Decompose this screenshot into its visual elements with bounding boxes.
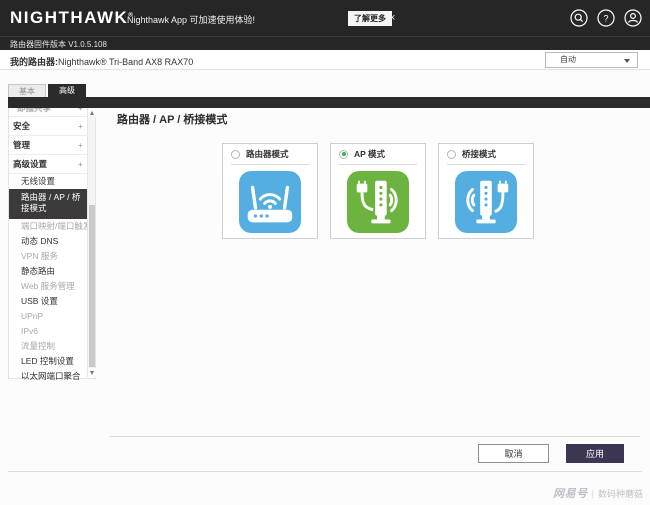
scrollbar-up-arrow[interactable] — [88, 108, 96, 117]
learn-more-button[interactable]: 了解更多 — [348, 11, 392, 26]
header-divider — [0, 36, 650, 37]
expand-icon[interactable]: + — [78, 108, 83, 117]
sidebar-item-ipv6[interactable]: IPv6 — [9, 324, 88, 339]
app-promo-text: Nighthawk App 可加速使用体验! — [127, 13, 255, 26]
footer-divider-top — [110, 436, 640, 437]
sidebar-item-usb-settings[interactable]: USB 设置 — [9, 294, 88, 309]
sidebar-item-security[interactable]: 安全 + — [9, 117, 88, 136]
sidebar-item-router-ap-bridge-mode[interactable]: 路由器 / AP / 桥接模式 — [9, 189, 88, 219]
router-mode-radio[interactable] — [231, 150, 240, 159]
tab-basic[interactable]: 基本 — [8, 84, 46, 97]
expand-icon[interactable]: + — [78, 155, 83, 174]
watermark-channel: 数码种蘑菇 — [598, 487, 643, 500]
expand-icon[interactable]: + — [78, 136, 83, 155]
advanced-panel-topbar — [8, 97, 650, 108]
chevron-down-icon — [624, 59, 630, 63]
sidebar-item-ethernet-aggregation[interactable]: 以太网端口聚合 — [9, 369, 88, 384]
ap-mode-radio[interactable] — [339, 150, 348, 159]
top-header: NIGHTHAWK® Nighthawk App 可加速使用体验! 了解更多 ×… — [0, 0, 650, 50]
dropdown-value: 自动 — [560, 55, 576, 64]
sidebar-item-dynamic-dns[interactable]: 动态 DNS — [9, 234, 88, 249]
bridge-mode-card[interactable]: 桥接模式 — [438, 143, 534, 239]
watermark: 网易号 | 数码种蘑菇 — [553, 485, 643, 501]
firmware-version-text: 路由器固件版本 V1.0.5.108 — [10, 39, 107, 50]
sidebar: 即插共享 + 安全 + 管理 + 高级设置 + 无线设置 路由器 / AP / … — [8, 108, 96, 379]
ap-mode-card[interactable]: AP 模式 — [330, 143, 426, 239]
expand-icon[interactable]: + — [78, 117, 83, 136]
sidebar-item-readyshare[interactable]: 即插共享 + — [9, 108, 88, 117]
search-icon[interactable] — [570, 9, 588, 27]
apply-button[interactable]: 应用 — [566, 444, 624, 463]
card-divider — [231, 164, 309, 165]
router-icon — [239, 171, 301, 233]
nighthawk-logo: NIGHTHAWK® — [10, 8, 133, 28]
mode-cards: 路由器模式 AP 模式 — [222, 143, 534, 239]
sidebar-item-vpn-service[interactable]: VPN 服务 — [9, 249, 88, 264]
router-model-name: Nighthawk® Tri-Band AX8 RAX70 — [58, 57, 193, 67]
cancel-button[interactable]: 取消 — [478, 444, 549, 463]
access-point-icon — [347, 171, 409, 233]
watermark-separator: | — [592, 488, 594, 498]
router-mode-card[interactable]: 路由器模式 — [222, 143, 318, 239]
sidebar-item-wireless-settings[interactable]: 无线设置 — [9, 174, 88, 189]
sidebar-item-web-services[interactable]: Web 服务管理 — [9, 279, 88, 294]
close-icon[interactable]: × — [389, 11, 395, 26]
account-icon[interactable] — [624, 9, 642, 27]
auto-dropdown[interactable]: 自动 — [545, 52, 638, 68]
sidebar-scrollbar[interactable] — [87, 108, 95, 377]
card-divider — [339, 164, 417, 165]
tab-advanced[interactable]: 高级 — [48, 84, 86, 97]
sidebar-item-static-routes[interactable]: 静态路由 — [9, 264, 88, 279]
sidebar-item-administration[interactable]: 管理 + — [9, 136, 88, 155]
card-divider — [447, 164, 525, 165]
router-mode-option[interactable]: 路由器模式 — [223, 144, 317, 164]
sidebar-item-advanced-setup[interactable]: 高级设置 + — [9, 155, 88, 174]
help-icon[interactable]: ? — [597, 9, 615, 27]
sidebar-item-upnp[interactable]: UPnP — [9, 309, 88, 324]
page-title: 路由器 / AP / 桥接模式 — [117, 111, 227, 127]
my-router-label: 我的路由器:Nighthawk® Tri-Band AX8 RAX70 — [10, 55, 193, 68]
sidebar-menu: 即插共享 + 安全 + 管理 + 高级设置 + 无线设置 路由器 / AP / … — [9, 108, 88, 384]
footer-divider-bottom — [8, 471, 642, 472]
ap-mode-option[interactable]: AP 模式 — [331, 144, 425, 164]
my-router-prefix: 我的路由器: — [10, 57, 58, 67]
bridge-mode-radio[interactable] — [447, 150, 456, 159]
logo-text: NIGHTHAWK — [10, 8, 128, 27]
sidebar-item-port-forwarding[interactable]: 端口映射/端口触发 — [9, 219, 88, 234]
sidebar-item-led-control[interactable]: LED 控制设置 — [9, 354, 88, 369]
sidebar-item-traffic-control[interactable]: 流量控制 — [9, 339, 88, 354]
netease-logo: 网易号 — [553, 485, 588, 501]
svg-text:?: ? — [603, 14, 608, 24]
bridge-icon — [455, 171, 517, 233]
scrollbar-thumb[interactable] — [89, 205, 95, 367]
bridge-mode-option[interactable]: 桥接模式 — [439, 144, 533, 164]
router-model-bar: 我的路由器:Nighthawk® Tri-Band AX8 RAX70 自动 — [0, 50, 650, 70]
scrollbar-down-arrow[interactable] — [88, 368, 96, 377]
